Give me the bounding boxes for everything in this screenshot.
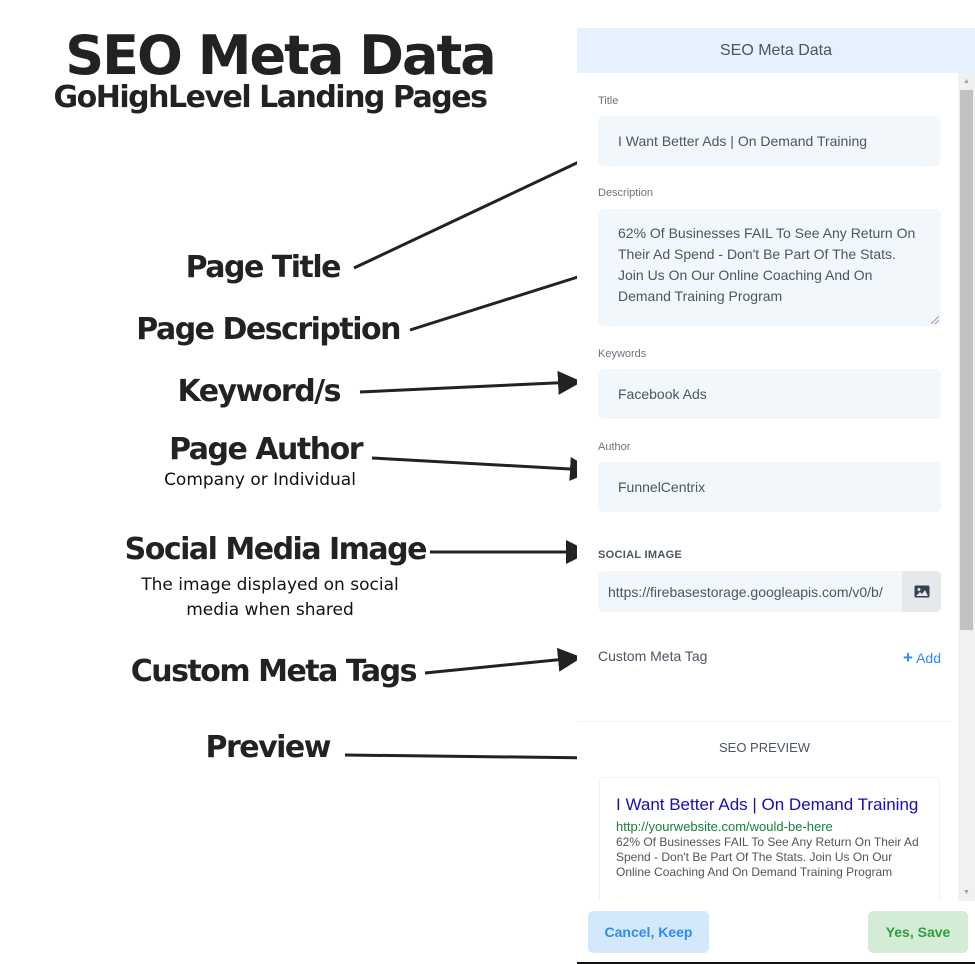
description-textarea[interactable]: 62% Of Businesses FAIL To See Any Return… xyxy=(598,209,941,326)
arrow-preview xyxy=(344,745,604,770)
panel-footer: Cancel, Keep Yes, Save xyxy=(577,901,975,964)
label-keywords: Keyword/s xyxy=(177,374,341,409)
author-value: FunnelCentrix xyxy=(618,479,706,495)
scroll-down-icon[interactable]: ▼ xyxy=(958,884,975,901)
infographic-heading: SEO Meta Data xyxy=(65,24,496,87)
seo-preview-card: I Want Better Ads | On Demand Training h… xyxy=(599,777,940,901)
keywords-value: Facebook Ads xyxy=(618,386,707,402)
arrow-custom-meta xyxy=(424,647,582,675)
resize-handle-icon[interactable] xyxy=(931,316,939,324)
image-icon xyxy=(914,585,929,598)
keywords-input[interactable]: Facebook Ads xyxy=(598,369,941,419)
preview-divider xyxy=(577,721,952,722)
arrow-keywords xyxy=(359,370,582,395)
scrollbar[interactable]: ▲ ▼ xyxy=(958,73,975,901)
image-picker-button[interactable] xyxy=(902,571,941,612)
title-input[interactable]: I Want Better Ads | On Demand Training xyxy=(598,116,941,166)
preview-title: I Want Better Ads | On Demand Training xyxy=(616,795,919,814)
scroll-up-icon[interactable]: ▲ xyxy=(958,73,975,90)
keywords-label: Keywords xyxy=(598,348,647,360)
description-label: Description xyxy=(598,187,654,199)
description-value: 62% Of Businesses FAIL To See Any Return… xyxy=(618,225,916,304)
seo-preview-heading: SEO PREVIEW xyxy=(718,740,811,755)
label-social-media-image: Social Media Image xyxy=(124,532,428,567)
infographic-subheading: GoHighLevel Landing Pages xyxy=(53,80,488,115)
add-label: Add xyxy=(916,650,941,666)
author-label: Author xyxy=(598,441,631,453)
label-page-author: Page Author xyxy=(169,432,363,467)
seo-meta-panel: SEO Meta Data Title I Want Better Ads | … xyxy=(577,28,975,964)
panel-scroll-area: Title I Want Better Ads | On Demand Trai… xyxy=(577,73,975,901)
custom-meta-row: Custom Meta Tag + Add xyxy=(598,648,941,668)
custom-meta-label: Custom Meta Tag xyxy=(598,648,708,664)
note-social-line1: The image displayed on social xyxy=(141,575,399,595)
social-image-field: https://firebasestorage.googleapis.com/v… xyxy=(598,571,941,612)
scrollbar-thumb[interactable] xyxy=(960,90,973,630)
label-page-description: Page Description xyxy=(136,312,401,347)
arrow-author xyxy=(371,456,594,481)
title-label: Title xyxy=(598,95,619,107)
cancel-keep-button[interactable]: Cancel, Keep xyxy=(588,911,709,953)
author-input[interactable]: FunnelCentrix xyxy=(598,462,941,512)
social-image-url-input[interactable]: https://firebasestorage.googleapis.com/v… xyxy=(598,571,902,612)
plus-icon: + xyxy=(903,648,913,667)
arrow-title xyxy=(353,148,606,270)
social-image-label: SOCIAL IMAGE xyxy=(598,549,683,561)
note-social-line2: media when shared xyxy=(186,600,354,620)
preview-url: http://yourwebsite.com/would-be-here xyxy=(616,819,833,834)
label-page-title: Page Title xyxy=(185,250,342,285)
panel-header: SEO Meta Data xyxy=(577,28,975,73)
note-page-author: Company or Individual xyxy=(164,470,356,490)
arrow-description xyxy=(409,263,606,332)
title-value: I Want Better Ads | On Demand Training xyxy=(618,133,868,149)
save-button[interactable]: Yes, Save xyxy=(868,911,968,953)
label-custom-meta-tags: Custom Meta Tags xyxy=(130,654,418,689)
add-custom-meta-button[interactable]: + Add xyxy=(903,648,941,668)
preview-description: 62% Of Businesses FAIL To See Any Return… xyxy=(616,835,919,879)
label-preview: Preview xyxy=(205,730,331,765)
